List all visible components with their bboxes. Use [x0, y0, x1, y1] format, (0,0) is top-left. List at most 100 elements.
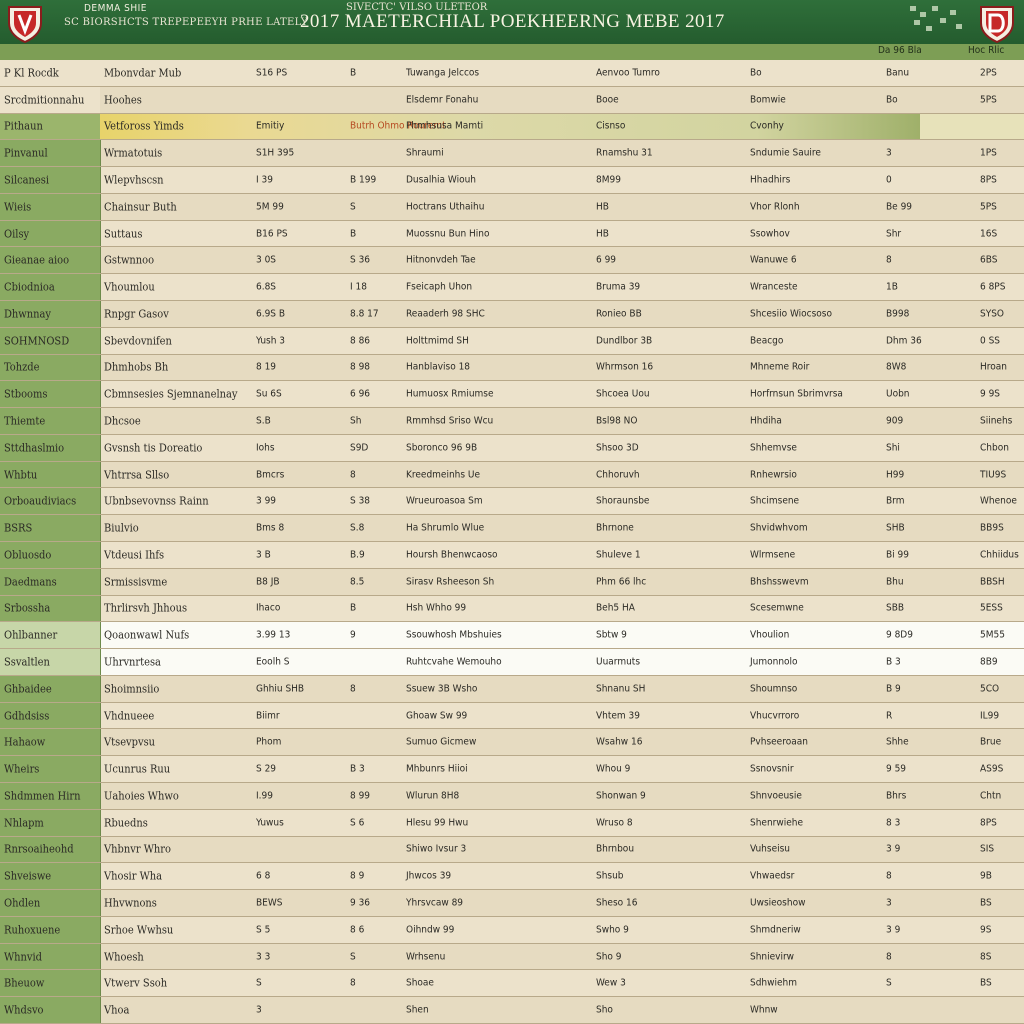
table-row[interactable]: Gdhdsiss Vhdnueee Biimr Ghoaw Sw 99 Vhtem 39…: [0, 702, 1024, 730]
table-cell: 8 6: [350, 924, 365, 936]
table-cell: Obluosdo: [4, 548, 52, 562]
table-row[interactable]: Ohlbanner Qoaonwawl Nufs 3.99 13 9 Ssouwhosh…: [0, 622, 1024, 650]
table-row[interactable]: Oilsy Suttaus B16 PS B Muossnu Bun Hino HB Sso…: [0, 220, 1024, 248]
table-cell: Hhadhirs: [750, 174, 791, 186]
table-cell: 909: [886, 415, 904, 427]
table-cell: Orboaudiviacs: [4, 494, 77, 508]
table-cell: 8 19: [256, 361, 277, 373]
table-row[interactable]: Pithaun Vetfoross Yimds Emitiy Butrh Ohmo R…: [0, 113, 1024, 141]
table-cell: Shr: [886, 228, 902, 240]
table-cell: Shhe: [886, 736, 909, 748]
table-row[interactable]: Silcanesi Wlepvhscsn I 39 B 199 Dusalhia Wio…: [0, 167, 1024, 194]
table-cell: Chbon: [980, 442, 1009, 454]
table-row[interactable]: Wieis Chainsur Buth 5M 99 S Hoctrans Uthaihu…: [0, 193, 1024, 221]
table-cell: 8: [350, 977, 356, 989]
table-cell: Emitiy: [256, 120, 285, 132]
table-row[interactable]: Stbooms Cbmnsesies Sjemnanelnay Su 6S 6 96 H…: [0, 381, 1024, 409]
table-cell: Daedmans: [4, 575, 57, 589]
table-cell: Tuwanga Jelccos: [406, 67, 480, 79]
table-cell: Ubnbsevovnss Rainn: [104, 494, 209, 508]
table-cell: Dhwnnay: [4, 307, 52, 321]
table-row[interactable]: Daedmans Srmissisvme B8 JB 8.5 Sirasv Rshees…: [0, 568, 1024, 596]
table-cell: 6 96: [350, 388, 371, 400]
table-cell: B8 JB: [256, 576, 280, 588]
table-cell: 8: [886, 951, 892, 963]
table-row[interactable]: P Kl Rocdk Mbonvdar Mub S16 PS B Tuwanga Jel…: [0, 60, 1024, 87]
table-cell: Cisnso: [596, 120, 626, 132]
table-cell: Whoesh: [104, 950, 144, 964]
table-cell: Vtwerv Ssoh: [104, 976, 168, 990]
table-cell: Ihaco: [256, 602, 281, 614]
table-row[interactable]: Tohzde Dhmhobs Bh 8 19 8 98 Hanblaviso 18 Whr…: [0, 354, 1024, 382]
table-cell: Jumonnolo: [750, 656, 798, 668]
table-cell: B 9: [886, 683, 901, 695]
table-cell: 6.9S B: [256, 308, 286, 320]
table-row[interactable]: Whnvid Whoesh 3 3 S Wrhsenu Sho 9 Shnievirw 8 8S: [0, 943, 1024, 971]
table-row[interactable]: Whbtu Vhtrrsa Sllso Bmcrs 8 Kreedmeinhs Ue Ch…: [0, 461, 1024, 489]
table-cell: 8 9: [350, 870, 365, 882]
table-cell: BSRS: [4, 521, 33, 535]
table-row[interactable]: Ghbaidee Shoimnsiio Ghhiu SHB 8 Ssuew 3B Wsh…: [0, 675, 1024, 703]
highlight-band: [100, 113, 920, 140]
table-cell: Shnanu SH: [596, 683, 646, 695]
table-cell: Sumuo Gicmew: [406, 736, 477, 748]
table-row[interactable]: Rnrsoaiheohd Vhbnvr Whro Shiwo Ivsur 3 Bhrn…: [0, 836, 1024, 864]
table-cell: 8 99: [350, 790, 371, 802]
table-row[interactable]: Whdsvo Vhoa 3 Shen Sho Whnw: [0, 997, 1024, 1024]
table-cell: Shcimsene: [750, 495, 800, 507]
table-cell: Chhiidus: [980, 549, 1019, 561]
table-cell: Whrmson 16: [596, 361, 654, 373]
table-row[interactable]: BSRS Biulvio Bms 8 S.8 Ha Shrumlo Wlue Bhrnon…: [0, 515, 1024, 542]
table-row[interactable]: Gieanae aioo Gstwnnoo 3 0S S 36 Hitnonvdeh T…: [0, 247, 1024, 275]
table-cell: Su 6S: [256, 388, 282, 400]
table-cell: 9 59: [886, 763, 907, 775]
table-row[interactable]: Thiemte Dhcsoe S.B Sh Rmmhsd Sriso Wcu Bsl98 …: [0, 408, 1024, 435]
table-row[interactable]: Shveiswe Vhosir Wha 6 8 8 9 Jhwcos 39 Shsub Vh…: [0, 863, 1024, 891]
table-row[interactable]: Wheirs Ucunrus Ruu S 29 B 3 Mhbunrs Hiioi Who…: [0, 756, 1024, 783]
table-cell: Vhor Rlonh: [750, 201, 800, 213]
table-cell: SYSO: [980, 308, 1004, 320]
table-row[interactable]: Ruhoxuene Srhoe Wwhsu S 5 8 6 Oihndw 99 Swho …: [0, 916, 1024, 944]
table-row[interactable]: Dhwnnay Rnpgr Gasov 6.9S B 8.8 17 Reaaderh 9…: [0, 301, 1024, 328]
table-cell: Pvhseeroaan: [750, 736, 808, 748]
table-cell: Cbiodnioa: [4, 280, 55, 294]
table-cell: Rmmhsd Sriso Wcu: [406, 415, 494, 427]
table-row[interactable]: Hahaow Vtsevpvsu Phom Sumuo Gicmew Wsahw 16 P…: [0, 729, 1024, 757]
table-row[interactable]: Srbossha Thrlirsvh Jhhous Ihaco B Hsh Whho 9…: [0, 595, 1024, 623]
table-cell: Chtn: [980, 790, 1002, 802]
table-row[interactable]: Pinvanul Wrmatotuis S1H 395 Shraumi Rnamshu …: [0, 140, 1024, 168]
table-cell: Sdhwiehm: [750, 977, 797, 989]
table-cell: B998: [886, 308, 910, 320]
table-cell: Beacgo: [750, 335, 784, 347]
table-cell: Bhrnbou: [596, 843, 635, 855]
table-cell: 8M99: [596, 174, 621, 186]
table-row[interactable]: Srcdmitionnahu Hoohes Elsdemr Fonahu Booe Bo…: [0, 86, 1024, 114]
table-cell: Uwsieoshow: [750, 897, 806, 909]
table-row[interactable]: Cbiodnioa Vhoumlou 6.8S I 18 Fseicaph Uhon Br…: [0, 274, 1024, 301]
table-row[interactable]: Sttdhaslmio Gvsnsh tis Doreatio Iohs S9D Sbo…: [0, 434, 1024, 462]
table-cell: Srbossha: [4, 601, 51, 615]
table-cell: Bruma 39: [596, 281, 641, 293]
table-cell: Shuleve 1: [596, 549, 641, 561]
table-cell: Bomwie: [750, 94, 786, 106]
table-row[interactable]: Nhlapm Rbuedns Yuwus S 6 Hlesu 99 Hwu Wruso 8…: [0, 809, 1024, 837]
table-row[interactable]: Orboaudiviacs Ubnbsevovnss Rainn 3 99 S 38 W…: [0, 488, 1024, 516]
table-cell: 8: [350, 683, 356, 695]
table-cell: Gvsnsh tis Doreatio: [104, 441, 203, 455]
table-cell: Wrueuroasoa Sm: [406, 495, 483, 507]
table-cell: 8: [886, 870, 892, 882]
table-row[interactable]: Bheuow Vtwerv Ssoh S 8 Shoae Wew 3 Sdhwiehm S BS: [0, 970, 1024, 998]
table-cell: B 3: [350, 763, 365, 775]
table-row[interactable]: Obluosdo Vtdeusi Ihfs 3 B B.9 Hoursh Bhenwca…: [0, 542, 1024, 569]
table-cell: 1B: [886, 281, 898, 293]
table-cell: Rnamshu 31: [596, 147, 653, 159]
table-cell: 0 SS: [980, 335, 1001, 347]
table-cell: S: [350, 201, 356, 213]
table-cell: Sttdhaslmio: [4, 441, 65, 455]
table-cell: Muossnu Bun Hino: [406, 228, 490, 240]
table-row[interactable]: Ohdlen Hhvwnons BEWS 9 36 Yhrsvcaw 89 Sheso 1…: [0, 890, 1024, 917]
table-cell: Mhneme Roir: [750, 361, 810, 373]
table-row[interactable]: Shdmmen Hirn Uahoies Whwo I.99 8 99 Wlurun 8…: [0, 783, 1024, 810]
table-row[interactable]: SOHMNOSD Sbevdovnifen Yush 3 8 86 Holttmimd …: [0, 327, 1024, 355]
table-row[interactable]: Ssvaltlen Uhrvnrtesa Eoolh S Ruhtcvahe Wemo…: [0, 649, 1024, 676]
